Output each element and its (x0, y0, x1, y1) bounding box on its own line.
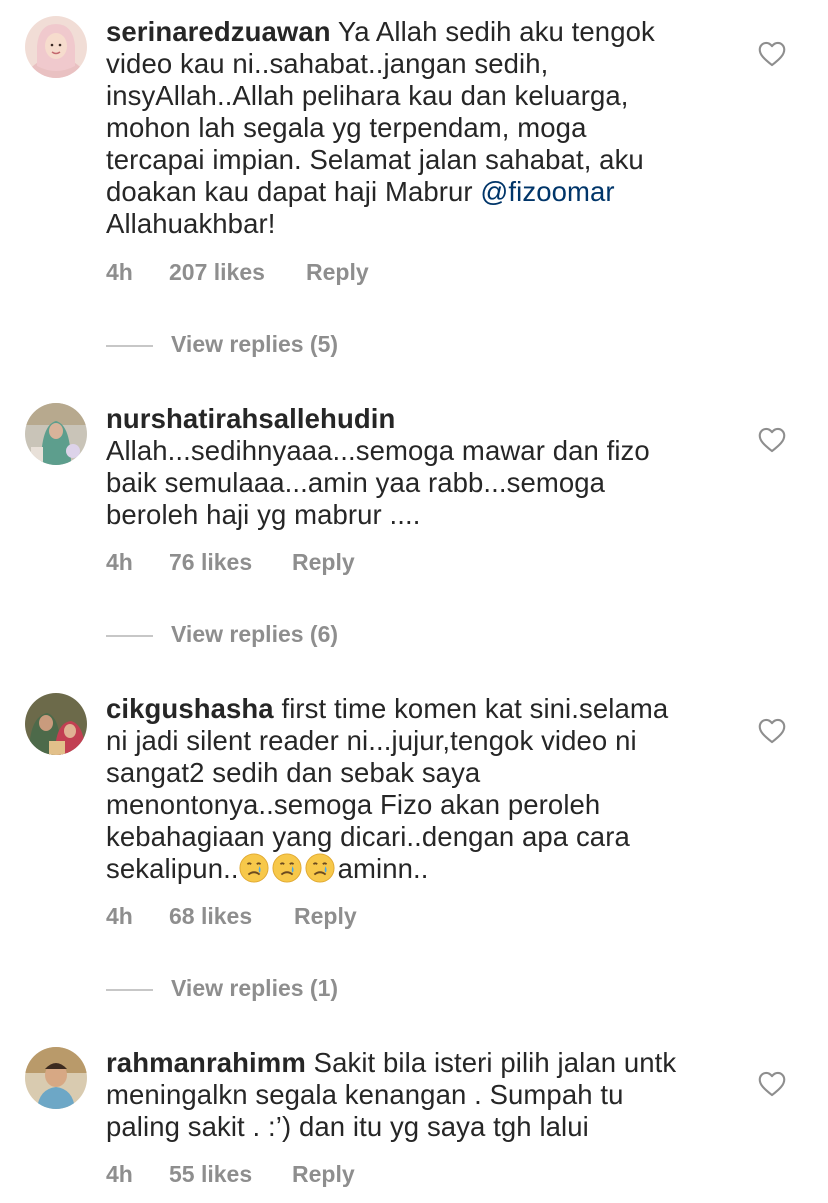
replies-divider (106, 345, 153, 347)
comment-time: 4h (106, 259, 133, 285)
heart-outline-icon[interactable] (758, 427, 786, 453)
comment-body: Sakit bila isteri pilih jalan untk (313, 1047, 677, 1078)
comment-line: tercapai impian. Selamat jalan sahabat, … (106, 144, 644, 175)
comment-likes[interactable]: 55 likes (169, 1161, 252, 1188)
comment-text: nurshatirahsallehudin Allah...sedihnyaaa… (106, 403, 706, 531)
crying-face-emoji (305, 853, 335, 883)
comment-line: insyAllah..Allah pelihara kau dan keluar… (106, 80, 629, 111)
comment-username[interactable]: cikgushasha (106, 693, 274, 724)
comment-line: kebahagiaan yang dicari..dengan apa cara (106, 821, 630, 852)
comment-line: video kau ni..sahabat..jangan sedih, (106, 48, 549, 79)
heart-outline-icon[interactable] (758, 1071, 786, 1097)
heart-outline-icon[interactable] (758, 718, 786, 744)
view-replies-label[interactable]: View replies (6) (171, 621, 338, 648)
avatar[interactable] (25, 403, 87, 465)
comment-time: 4h (106, 903, 133, 929)
comment-line: aminn.. (337, 853, 429, 884)
comment-text: serinaredzuawan Ya Allah sedih aku tengo… (106, 16, 706, 240)
reply-button[interactable]: Reply (306, 259, 369, 286)
comment-line: ni jadi silent reader ni...jujur,tengok … (106, 725, 637, 756)
reply-button[interactable]: Reply (294, 903, 357, 930)
avatar[interactable] (25, 1047, 87, 1109)
replies-divider (106, 635, 153, 637)
comment-body: first time komen kat sini.selama (281, 693, 669, 724)
comment-line: meningalkn segala kenangan . Sumpah tu (106, 1079, 624, 1110)
avatar[interactable] (25, 693, 87, 755)
crying-face-emoji (272, 853, 302, 883)
comment-line: baik semulaaa...amin yaa rabb...semoga (106, 467, 606, 498)
comment-likes[interactable]: 76 likes (169, 549, 252, 576)
avatar[interactable] (25, 16, 87, 78)
comment-time: 4h (106, 549, 133, 575)
comment-likes[interactable]: 207 likes (169, 259, 265, 286)
comment-text: cikgushasha first time komen kat sini.se… (106, 693, 706, 885)
comment-body: Ya Allah sedih aku tengok (337, 16, 655, 47)
comment-line: Allahuakhbar! (106, 208, 276, 239)
replies-divider (106, 989, 153, 991)
comment-line: sekalipun.. (106, 853, 239, 884)
mention-link[interactable]: @fizoomar (480, 176, 614, 207)
view-replies-label[interactable]: View replies (1) (171, 975, 338, 1002)
comment-line: mohon lah segala yg terpendam, moga (106, 112, 587, 143)
comment-username[interactable]: serinaredzuawan (106, 16, 331, 47)
crying-face-emoji (239, 853, 269, 883)
reply-button[interactable]: Reply (292, 1161, 355, 1188)
comment-username[interactable]: rahmanrahimm (106, 1047, 306, 1078)
reply-button[interactable]: Reply (292, 549, 355, 576)
comment-line: doakan kau dapat haji Mabrur (106, 176, 481, 207)
comment-line: beroleh haji yg mabrur .... (106, 499, 421, 530)
view-replies-label[interactable]: View replies (5) (171, 331, 338, 358)
comment-line: Allah...sedihnyaaa...semoga mawar dan fi… (106, 435, 650, 466)
comment-line: sangat2 sedih dan sebak saya (106, 757, 481, 788)
comment-likes[interactable]: 68 likes (169, 903, 252, 930)
heart-outline-icon[interactable] (758, 41, 786, 67)
comment-line: paling sakit . :’) dan itu yg saya tgh l… (106, 1111, 589, 1142)
comment-time: 4h (106, 1161, 133, 1187)
comment-line: menontonya..semoga Fizo akan peroleh (106, 789, 601, 820)
comment-text: rahmanrahimm Sakit bila isteri pilih jal… (106, 1047, 706, 1143)
comment-username[interactable]: nurshatirahsallehudin (106, 403, 706, 435)
